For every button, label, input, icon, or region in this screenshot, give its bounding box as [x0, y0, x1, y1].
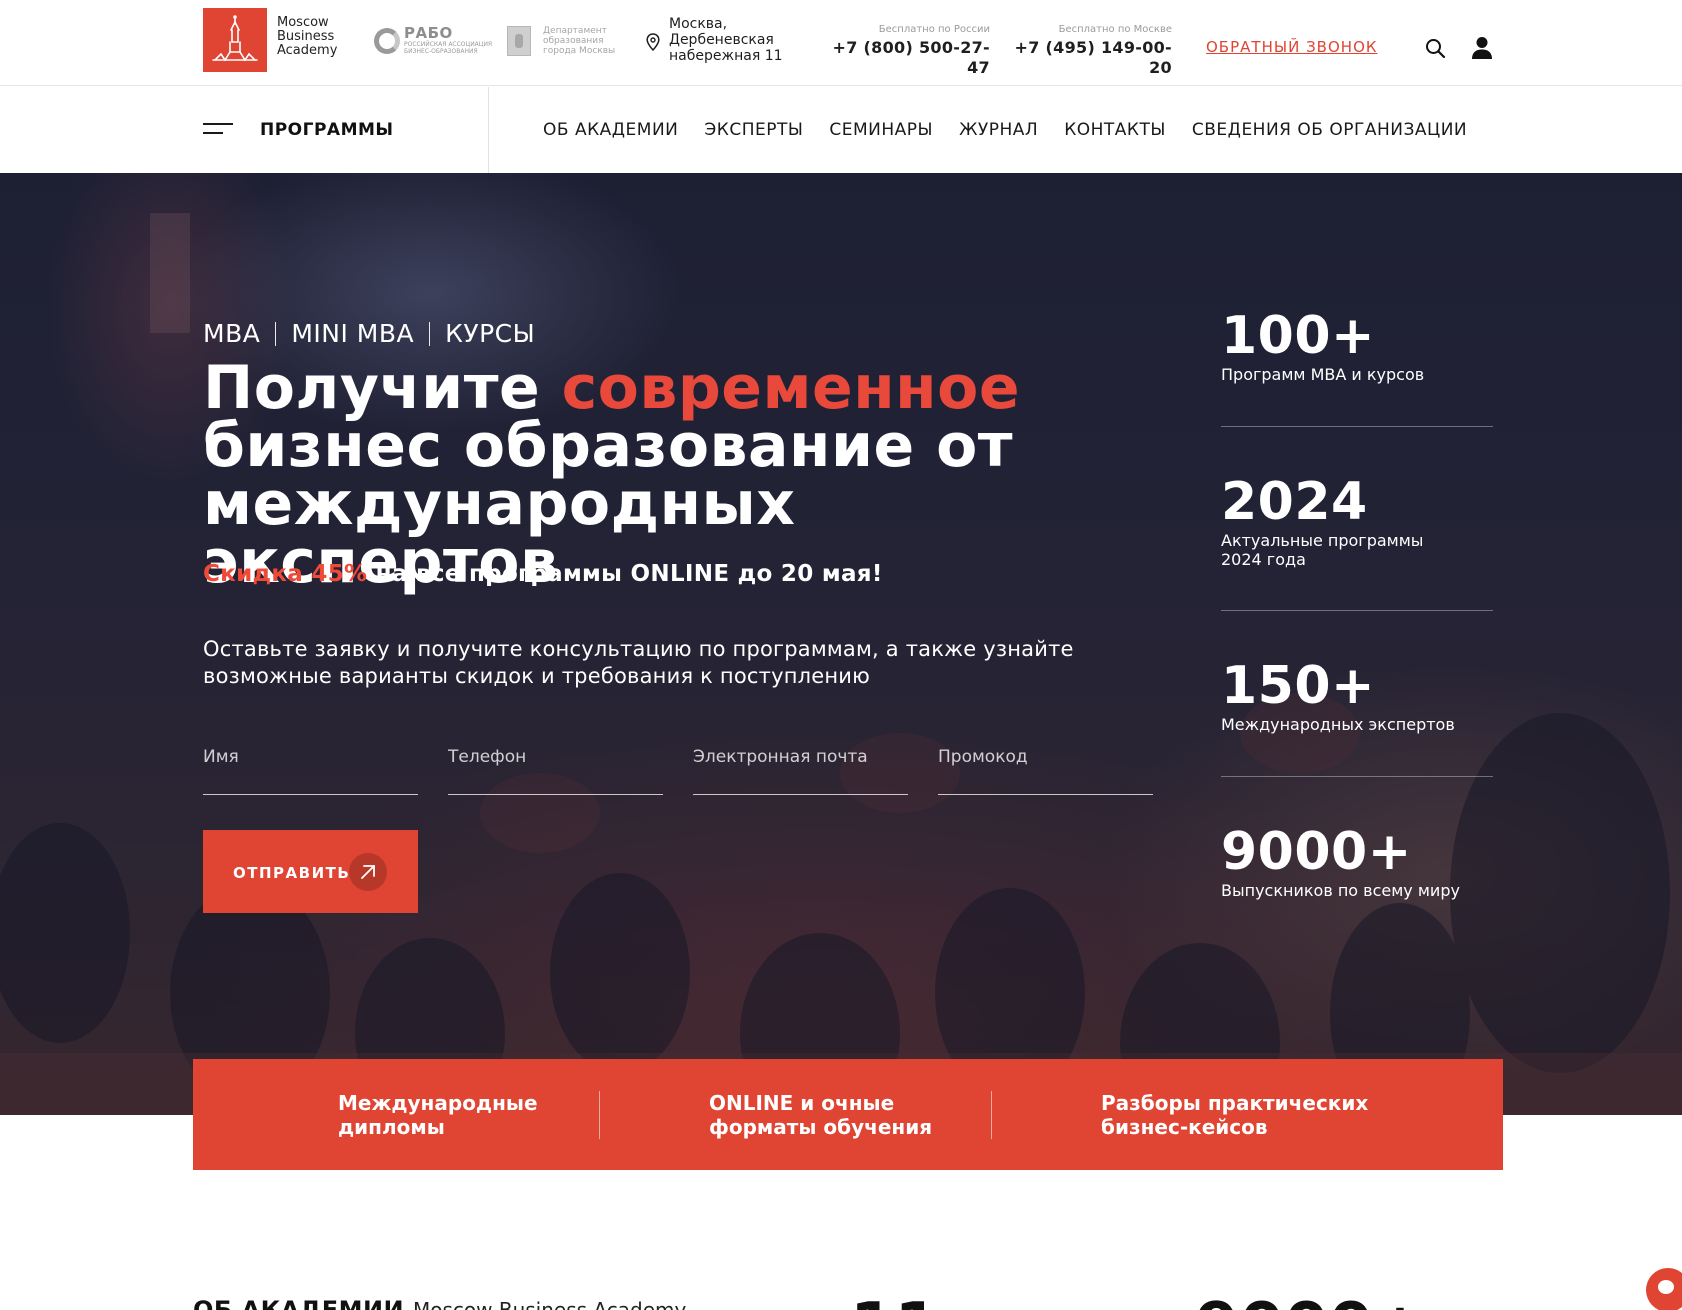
- rabo-emblem-icon: [374, 28, 400, 54]
- feature-diplomas: Международные дипломы: [338, 1091, 538, 1139]
- stat-experts: 150+ Международных экспертов: [1221, 656, 1455, 734]
- program-tags: MBA MINI MBA КУРСЫ: [203, 319, 535, 348]
- promo-code-field[interactable]: [938, 733, 1153, 773]
- academy-logo-text: Moscow Business Academy: [277, 15, 338, 58]
- search-icon[interactable]: [1425, 38, 1445, 58]
- about-number-years: 11: [850, 1290, 939, 1310]
- chat-widget-button[interactable]: [1646, 1268, 1682, 1310]
- user-icon[interactable]: [1471, 36, 1493, 60]
- about-number-graduates: 9000+: [1195, 1290, 1427, 1310]
- callback-link[interactable]: ОБРАТНЫЙ ЗВОНОК: [1206, 38, 1378, 56]
- features-strip: Международные дипломы ONLINE и очные фор…: [193, 1059, 1503, 1170]
- education-department-logo: Департамент образования города Москвы: [507, 24, 617, 58]
- nav-programs[interactable]: ПРОГРАММЫ: [260, 120, 394, 140]
- phone-russia-link[interactable]: +7 (800) 500-27-47: [828, 38, 990, 78]
- hero-lead-text: Оставьте заявку и получите консультацию …: [203, 637, 1074, 688]
- tag-mba[interactable]: MBA: [203, 319, 260, 348]
- submit-button[interactable]: ОТПРАВИТЬ: [203, 830, 418, 913]
- feature-formats: ONLINE и очные форматы обучения: [709, 1091, 933, 1139]
- stat-graduates: 9000+ Выпускников по всему миру: [1221, 822, 1460, 900]
- academy-logo[interactable]: [203, 8, 267, 72]
- kremlin-tower-icon: [212, 15, 258, 62]
- tag-mini-mba[interactable]: MINI MBA: [291, 319, 414, 348]
- email-field[interactable]: [693, 733, 908, 773]
- phone-russia: Бесплатно по России +7 (800) 500-27-47: [828, 24, 990, 78]
- phone-moscow: Бесплатно по Москве +7 (495) 149-00-20: [1012, 24, 1172, 78]
- menu-burger-icon[interactable]: [203, 123, 233, 137]
- nav-menu: ОБ АКАДЕМИИ ЭКСПЕРТЫ СЕМИНАРЫ ЖУРНАЛ КОН…: [543, 120, 1467, 140]
- phone-moscow-link[interactable]: +7 (495) 149-00-20: [1012, 38, 1172, 78]
- nav-item-journal[interactable]: ЖУРНАЛ: [959, 120, 1038, 140]
- arrow-up-right-icon: [349, 853, 387, 891]
- location-pin-icon: [646, 33, 660, 51]
- stat-year: 2024 Актуальные программы 2024 года: [1221, 472, 1424, 569]
- nav-divider: [488, 87, 489, 173]
- hero-headline: Получите современное бизнес образование …: [203, 353, 1021, 597]
- nav-item-seminars[interactable]: СЕМИНАРЫ: [829, 120, 933, 140]
- about-section-text: Moscow Business Academy: [413, 1298, 687, 1310]
- feature-cases: Разборы практических бизнес-кейсов: [1101, 1091, 1369, 1139]
- rabo-logo: РАБО РОССИЙСКАЯ АССОЦИАЦИЯ БИЗНЕС-ОБРАЗО…: [374, 24, 494, 58]
- top-header: Moscow Business Academy РАБО РОССИЙСКАЯ …: [0, 0, 1682, 86]
- chat-bubble-icon: [1658, 1280, 1674, 1294]
- nav-item-contacts[interactable]: КОНТАКТЫ: [1064, 120, 1166, 140]
- main-nav: ПРОГРАММЫ ОБ АКАДЕМИИ ЭКСПЕРТЫ СЕМИНАРЫ …: [0, 87, 1682, 173]
- moscow-emblem-icon: [507, 26, 531, 56]
- phone-field[interactable]: [448, 733, 663, 773]
- stat-programs: 100+ Программ MBA и курсов: [1221, 306, 1425, 384]
- tag-courses[interactable]: КУРСЫ: [445, 319, 535, 348]
- nav-item-experts[interactable]: ЭКСПЕРТЫ: [704, 120, 803, 140]
- hero-section: MBA MINI MBA КУРСЫ Получите современное …: [0, 173, 1682, 1115]
- name-field[interactable]: [203, 733, 418, 773]
- discount-promo: Скидка 45% на все программы ONLINE до 20…: [203, 561, 883, 587]
- address: Москва, Дербеневская набережная 11: [669, 16, 783, 64]
- about-section-title: ОБ АКАДЕМИИ: [193, 1296, 405, 1310]
- nav-item-about[interactable]: ОБ АКАДЕМИИ: [543, 120, 678, 140]
- nav-item-organization-info[interactable]: СВЕДЕНИЯ ОБ ОРГАНИЗАЦИИ: [1192, 120, 1467, 140]
